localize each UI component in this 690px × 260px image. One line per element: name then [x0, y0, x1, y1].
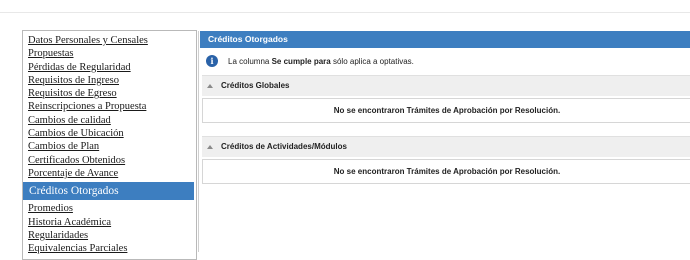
main-panel: Créditos Otorgados i La columna Se cumpl…	[198, 31, 690, 252]
sidebar-item-creditos-otorgados[interactable]: Créditos Otorgados	[23, 182, 194, 201]
sidebar-item-historia-academica[interactable]: Historia Académica	[23, 216, 196, 229]
sidebar-item-perdidas-regularidad[interactable]: Pérdidas de Regularidad	[23, 61, 196, 74]
section-title: Créditos de Actividades/Módulos	[221, 142, 347, 151]
section-title: Créditos Globales	[221, 81, 290, 90]
section-creditos-globales: Créditos Globales No se encontraron Trám…	[202, 75, 690, 123]
section-header-creditos-actividades[interactable]: Créditos de Actividades/Módulos	[202, 136, 690, 157]
sidebar-item-regularidades[interactable]: Regularidades	[23, 229, 196, 242]
sidebar-item-equivalencias-parciales[interactable]: Equivalencias Parciales	[23, 242, 196, 255]
empty-message: No se encontraron Trámites de Aprobación…	[202, 98, 690, 123]
sidebar-item-certificados[interactable]: Certificados Obtenidos	[23, 154, 196, 167]
sidebar-item-propuestas[interactable]: Propuestas	[23, 47, 196, 60]
collapse-triangle-icon	[207, 84, 213, 88]
sidebar-item-requisitos-egreso[interactable]: Requisitos de Egreso	[23, 87, 196, 100]
empty-message: No se encontraron Trámites de Aprobación…	[202, 159, 690, 184]
info-text: La columna Se cumple para sólo aplica a …	[228, 56, 414, 66]
collapse-triangle-icon	[207, 145, 213, 149]
section-header-creditos-globales[interactable]: Créditos Globales	[202, 75, 690, 96]
section-creditos-actividades: Créditos de Actividades/Módulos No se en…	[202, 136, 690, 184]
info-message: i La columna Se cumple para sólo aplica …	[199, 51, 690, 71]
top-bar	[0, 0, 690, 13]
sidebar-item-cambios-ubicacion[interactable]: Cambios de Ubicación	[23, 127, 196, 140]
sidebar-item-porcentaje-avance[interactable]: Porcentaje de Avance	[23, 167, 196, 180]
sidebar-menu: Datos Personales y Censales Propuestas P…	[22, 30, 197, 260]
sidebar-item-reinscripciones[interactable]: Reinscripciones a Propuesta	[23, 100, 196, 113]
sidebar-item-promedios[interactable]: Promedios	[23, 202, 196, 215]
sidebar-item-cambios-calidad[interactable]: Cambios de calidad	[23, 114, 196, 127]
sidebar-item-requisitos-ingreso[interactable]: Requisitos de Ingreso	[23, 74, 196, 87]
sidebar-item-cambios-plan[interactable]: Cambios de Plan	[23, 140, 196, 153]
info-icon: i	[206, 55, 218, 67]
sidebar-item-datos-personales[interactable]: Datos Personales y Censales	[23, 34, 196, 47]
page-title: Créditos Otorgados	[200, 31, 690, 48]
